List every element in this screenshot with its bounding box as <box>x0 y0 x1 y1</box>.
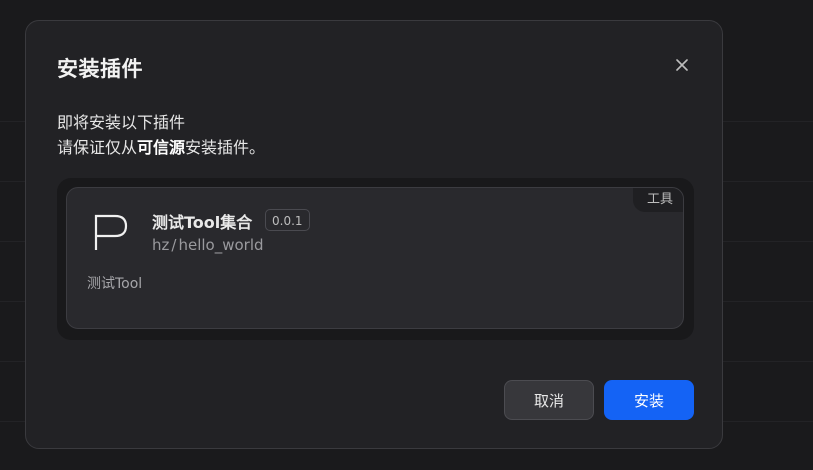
intro-line: 即将安装以下插件 <box>57 113 186 132</box>
trusted-source-emphasis: 可信源 <box>137 138 186 157</box>
warning-prefix: 请保证仅从 <box>57 138 138 157</box>
plugin-description: 测试Tool <box>87 276 143 292</box>
version-badge: 0.0.1 <box>265 209 310 231</box>
install-plugin-dialog: 安装插件 即将安装以下插件 请保证仅从可信源安装插件。 工具 测试Tool集合 … <box>25 20 723 449</box>
trust-warning-line: 请保证仅从可信源安装插件。 <box>57 135 265 160</box>
close-button[interactable] <box>670 53 694 77</box>
cancel-button[interactable]: 取消 <box>504 380 594 420</box>
category-tag: 工具 <box>632 188 683 212</box>
warning-suffix: 安装插件。 <box>185 138 266 157</box>
id-separator: / <box>171 236 177 254</box>
plugin-package-name: hello_world <box>178 236 264 254</box>
plugin-card-container: 工具 测试Tool集合 0.0.1 hz / hello_world 测试Tool <box>57 178 694 340</box>
dialog-title: 安装插件 <box>57 57 143 81</box>
p-letter-logo-icon <box>94 214 128 250</box>
plugin-card: 工具 测试Tool集合 0.0.1 hz / hello_world 测试Tool <box>66 187 684 329</box>
plugin-name: 测试Tool集合 <box>152 213 253 232</box>
install-button[interactable]: 安装 <box>604 380 694 420</box>
plugin-author: hz <box>152 236 170 254</box>
install-warning-text: 即将安装以下插件 请保证仅从可信源安装插件。 <box>57 110 265 160</box>
close-icon <box>676 59 688 71</box>
plugin-identifier: hz / hello_world <box>152 236 264 254</box>
